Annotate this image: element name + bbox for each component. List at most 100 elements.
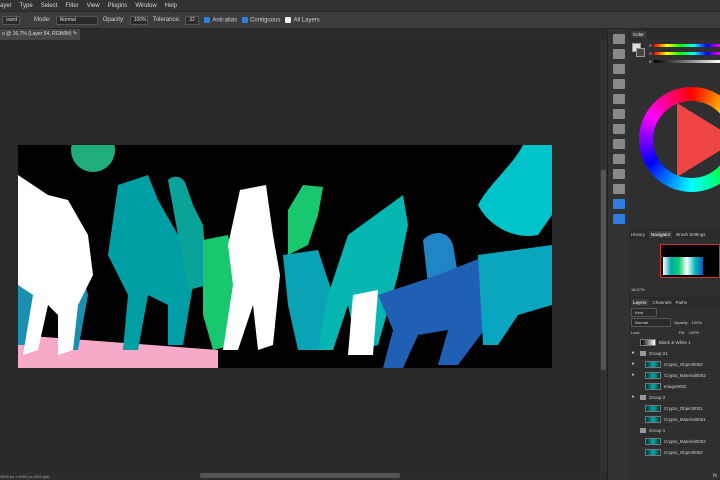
red-slider[interactable] bbox=[654, 44, 720, 47]
layer-name: Group 1 bbox=[649, 427, 666, 433]
layer-row[interactable]: Black & White 1 bbox=[629, 337, 720, 348]
layer-name: Crypto_Material0002 bbox=[664, 438, 706, 444]
opacity-field[interactable]: 100% bbox=[129, 15, 148, 25]
filter-kind-select[interactable]: Kind bbox=[631, 307, 657, 317]
layer-row[interactable]: ● Crypto_Object0002 bbox=[629, 359, 720, 370]
paragraph-icon[interactable] bbox=[612, 94, 625, 104]
navigator-zoom[interactable]: 16.67% bbox=[631, 287, 645, 292]
layer-row[interactable]: ● Crypto_Material0002 bbox=[629, 370, 720, 381]
shapes-icon[interactable] bbox=[612, 169, 625, 179]
layer-opacity-label: Opacity: bbox=[674, 319, 689, 325]
tool-preset-dropdown[interactable]: ound bbox=[2, 15, 20, 25]
menu-bar: ayer Type Select Filter View Plugins Win… bbox=[0, 0, 720, 11]
document-tab[interactable]: o @ 16.7% (Layer 54, RGB/8#) * × bbox=[0, 29, 80, 40]
character-icon[interactable] bbox=[612, 79, 625, 89]
menu-select[interactable]: Select bbox=[41, 3, 58, 9]
tab-layers[interactable]: Layers bbox=[631, 298, 649, 306]
layer-name: Crypto_Object0002 bbox=[664, 361, 703, 367]
options-bar: ound Mode: Normal Opacity: 100% Toleranc… bbox=[0, 11, 720, 29]
color-wheel[interactable] bbox=[639, 87, 720, 192]
mode-select[interactable]: Normal bbox=[55, 15, 98, 25]
blend-row: Normal Opacity: 100% bbox=[629, 317, 720, 327]
navigator-panel: 16.67% bbox=[629, 239, 720, 297]
layer-row[interactable]: Crypto_Material0002 bbox=[629, 436, 720, 447]
layer-group-row[interactable]: ● Group 2 bbox=[629, 392, 720, 403]
tolerance-label: Tolerance: bbox=[152, 17, 181, 23]
tab-channels[interactable]: Channels bbox=[653, 300, 672, 305]
checkbox-checked-icon bbox=[204, 16, 211, 23]
eye-icon[interactable]: ● bbox=[629, 350, 637, 356]
layer-thumbnail bbox=[645, 371, 661, 379]
horizontal-scroll-thumb[interactable] bbox=[200, 473, 400, 478]
document-canvas[interactable] bbox=[18, 145, 552, 368]
folder-icon bbox=[640, 427, 646, 433]
layer-row[interactable]: Image0002 bbox=[629, 381, 720, 392]
history-icon[interactable] bbox=[612, 199, 625, 209]
right-panel: Color R G B History Navigator Brush Sett… bbox=[629, 29, 720, 480]
red-label: R bbox=[649, 43, 652, 48]
menu-filter[interactable]: Filter bbox=[65, 3, 78, 9]
green-label: G bbox=[649, 51, 653, 56]
blue-slider[interactable] bbox=[654, 60, 720, 63]
tab-brush-settings[interactable]: Brush Settings bbox=[676, 232, 705, 237]
layer-thumbnail bbox=[645, 404, 661, 412]
libraries-icon[interactable] bbox=[612, 139, 625, 149]
tab-navigator[interactable]: Navigator bbox=[649, 230, 673, 238]
layer-row[interactable]: Crypto_Object0002 bbox=[629, 447, 720, 458]
color-triangle[interactable] bbox=[677, 103, 720, 177]
eye-icon[interactable]: ● bbox=[629, 361, 637, 367]
layer-thumbnail bbox=[645, 448, 661, 456]
tab-paths[interactable]: Paths bbox=[676, 300, 688, 305]
tolerance-field[interactable]: 32 bbox=[185, 15, 200, 25]
swatches-icon[interactable] bbox=[612, 49, 625, 59]
opacity-label: Opacity: bbox=[102, 17, 125, 23]
navigator-icon[interactable] bbox=[612, 214, 625, 224]
navigator-preview[interactable] bbox=[660, 244, 720, 278]
color-panel-tabs: Color bbox=[629, 29, 720, 39]
menu-layer[interactable]: ayer bbox=[0, 3, 12, 9]
menu-view[interactable]: View bbox=[87, 3, 100, 9]
mode-label: Mode: bbox=[34, 17, 51, 23]
layer-name: Crypto_Material0001 bbox=[664, 416, 706, 422]
fill-value[interactable]: 100% bbox=[689, 330, 699, 335]
properties-icon[interactable] bbox=[612, 124, 625, 134]
menu-window[interactable]: Window bbox=[135, 3, 156, 9]
image-icon[interactable] bbox=[612, 154, 625, 164]
navigator-thumbnail bbox=[663, 257, 703, 275]
folder-icon bbox=[640, 394, 646, 400]
canvas-vertical-scrollbar[interactable] bbox=[600, 40, 607, 472]
green-slider[interactable] bbox=[654, 52, 720, 55]
eye-icon[interactable]: ● bbox=[629, 394, 637, 400]
adjustments-icon[interactable] bbox=[612, 64, 625, 74]
layer-name: Image0002 bbox=[664, 383, 687, 389]
layer-name: Group 21 bbox=[649, 350, 668, 356]
menu-type[interactable]: Type bbox=[20, 3, 33, 9]
layer-thumbnail bbox=[645, 437, 661, 445]
layer-row[interactable]: Crypto_Object0001 bbox=[629, 403, 720, 414]
comments-icon[interactable] bbox=[612, 34, 625, 44]
checkbox-checked-icon bbox=[242, 16, 249, 23]
vertical-scroll-thumb[interactable] bbox=[601, 170, 606, 370]
panel-icon-strip bbox=[607, 29, 629, 480]
antialias-checkbox[interactable]: Anti-alias bbox=[204, 16, 237, 23]
eye-icon[interactable]: ● bbox=[629, 372, 637, 378]
layer-group-row[interactable]: ● Group 21 bbox=[629, 348, 720, 359]
menu-plugins[interactable]: Plugins bbox=[108, 3, 128, 9]
layer-name: Crypto_Material0002 bbox=[664, 372, 706, 378]
layer-group-row[interactable]: Group 1 bbox=[629, 425, 720, 436]
fx-icon[interactable]: fx bbox=[713, 473, 717, 479]
menu-help[interactable]: Help bbox=[165, 3, 177, 9]
layer-row[interactable]: Crypto_Material0001 bbox=[629, 414, 720, 425]
layer-thumbnail bbox=[645, 360, 661, 368]
background-swatch[interactable] bbox=[636, 48, 645, 57]
tab-history[interactable]: History bbox=[631, 232, 645, 237]
brush-icon[interactable] bbox=[612, 184, 625, 194]
layer-opacity-value[interactable]: 100% bbox=[692, 320, 702, 325]
close-tab-icon[interactable]: × bbox=[74, 29, 77, 40]
contiguous-checkbox[interactable]: Contiguous bbox=[242, 16, 280, 23]
grid-icon[interactable] bbox=[612, 109, 625, 119]
all-layers-checkbox[interactable]: All Layers bbox=[285, 16, 320, 23]
blend-mode-select[interactable]: Normal bbox=[631, 317, 671, 327]
document-tab-title: o @ 16.7% (Layer 54, RGB/8#) * bbox=[2, 31, 75, 37]
tab-color[interactable]: Color bbox=[631, 30, 646, 38]
